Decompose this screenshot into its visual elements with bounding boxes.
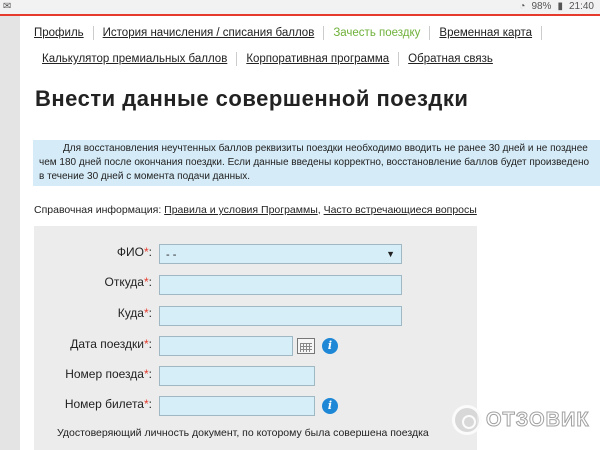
ticket-info-icon[interactable]: i: [322, 398, 338, 414]
calendar-icon[interactable]: [297, 338, 315, 354]
nav-credit-trip[interactable]: Зачесть поездку: [324, 26, 431, 40]
left-sidebar-strip: [0, 16, 20, 450]
battery-level: 98%: [531, 1, 552, 12]
to-input[interactable]: [159, 306, 402, 326]
notification-icon: ✉: [3, 1, 12, 12]
info-notice-text: Для восстановления неучтенных баллов рек…: [39, 143, 590, 182]
fio-label: ФИО*:: [116, 245, 152, 259]
battery-icon: ▮: [557, 1, 563, 12]
ticket-number-input[interactable]: [159, 396, 315, 416]
nav-profile[interactable]: Профиль: [32, 26, 94, 40]
fio-select-value: - -: [166, 249, 177, 261]
clock: 21:40: [568, 1, 594, 12]
id-document-label: Удостоверяющий личность документ, по кот…: [57, 427, 429, 439]
watermark-text: ОТЗОВИК: [486, 408, 590, 431]
chevron-down-icon: ▼: [386, 249, 395, 259]
nav-corporate-program[interactable]: Корпоративная программа: [237, 52, 400, 66]
program-rules-link[interactable]: Правила и условия Программы: [164, 204, 318, 216]
status-bar: ✉ ◔ 98% ▮ 21:40: [0, 0, 600, 14]
nav-row-2: Калькулятор премиальных баллов Корпоратив…: [40, 52, 502, 66]
wifi-icon: ◔: [519, 1, 526, 12]
reference-prefix: Справочная информация:: [34, 204, 165, 216]
watermark-logo-icon: [452, 405, 482, 435]
header-accent-line: [0, 14, 600, 16]
train-number-label: Номер поезда*:: [65, 367, 152, 381]
nav-points-history[interactable]: История начисления / списания баллов: [94, 26, 325, 40]
nav-temporary-card[interactable]: Временная карта: [430, 26, 543, 40]
faq-link[interactable]: Часто встречающиеся вопросы: [324, 204, 477, 216]
to-label: Куда*:: [117, 306, 152, 320]
nav-points-calculator[interactable]: Калькулятор премиальных баллов: [40, 52, 238, 66]
from-input[interactable]: [159, 275, 402, 295]
nav-feedback[interactable]: Обратная связь: [399, 52, 502, 66]
page-title: Внести данные совершенной поездки: [35, 86, 469, 111]
ticket-number-label: Номер билета*:: [64, 397, 152, 411]
reference-info: Справочная информация: Правила и условия…: [34, 204, 477, 216]
from-label: Откуда*:: [104, 275, 152, 289]
date-label: Дата поездки*:: [70, 337, 152, 351]
date-info-icon[interactable]: i: [322, 338, 338, 354]
watermark: ОТЗОВИК: [452, 405, 590, 435]
date-input[interactable]: [159, 336, 293, 356]
fio-select[interactable]: - - ▼: [159, 244, 402, 264]
nav-row-1: Профиль История начисления / списания бал…: [32, 26, 543, 40]
info-notice: Для восстановления неучтенных баллов рек…: [33, 140, 600, 186]
train-number-input[interactable]: [159, 366, 315, 386]
